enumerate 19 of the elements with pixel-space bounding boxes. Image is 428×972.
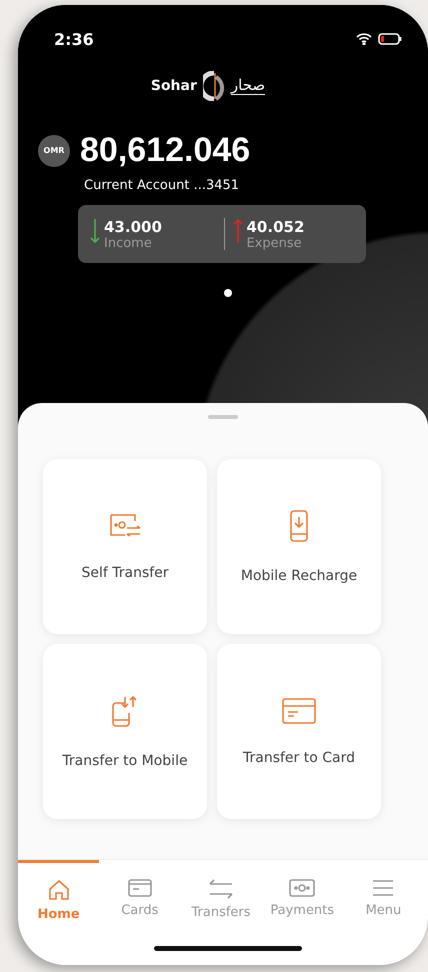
logo-text: Sohar [150, 78, 197, 94]
action-tile[interactable]: Transfer to Card [217, 644, 381, 819]
action-tile[interactable]: Mobile Recharge [217, 459, 381, 634]
logo-arabic-text: صحار [230, 77, 266, 95]
amount: 43.000 [104, 218, 162, 236]
balance-amount: 80,612.046 [80, 131, 250, 170]
amount-label: Income [104, 236, 153, 250]
tab-item[interactable]: Transfers [180, 860, 262, 965]
status-time: 2:36 [54, 30, 94, 48]
tab-item[interactable]: Cards [99, 860, 180, 965]
amount: 40.052 [246, 218, 304, 236]
tab-item[interactable]: Home [18, 860, 100, 965]
account-name: Current Account ...3451 [84, 178, 240, 193]
amount-label: Expense [246, 236, 303, 250]
action-tile[interactable]: Transfer to Mobile [43, 644, 207, 819]
tab-item[interactable]: Payments [262, 860, 343, 965]
currency-badge: OMR [38, 134, 70, 166]
tab-item[interactable]: Menu [342, 860, 424, 965]
action-tile[interactable]: Self Transfer [43, 459, 207, 634]
